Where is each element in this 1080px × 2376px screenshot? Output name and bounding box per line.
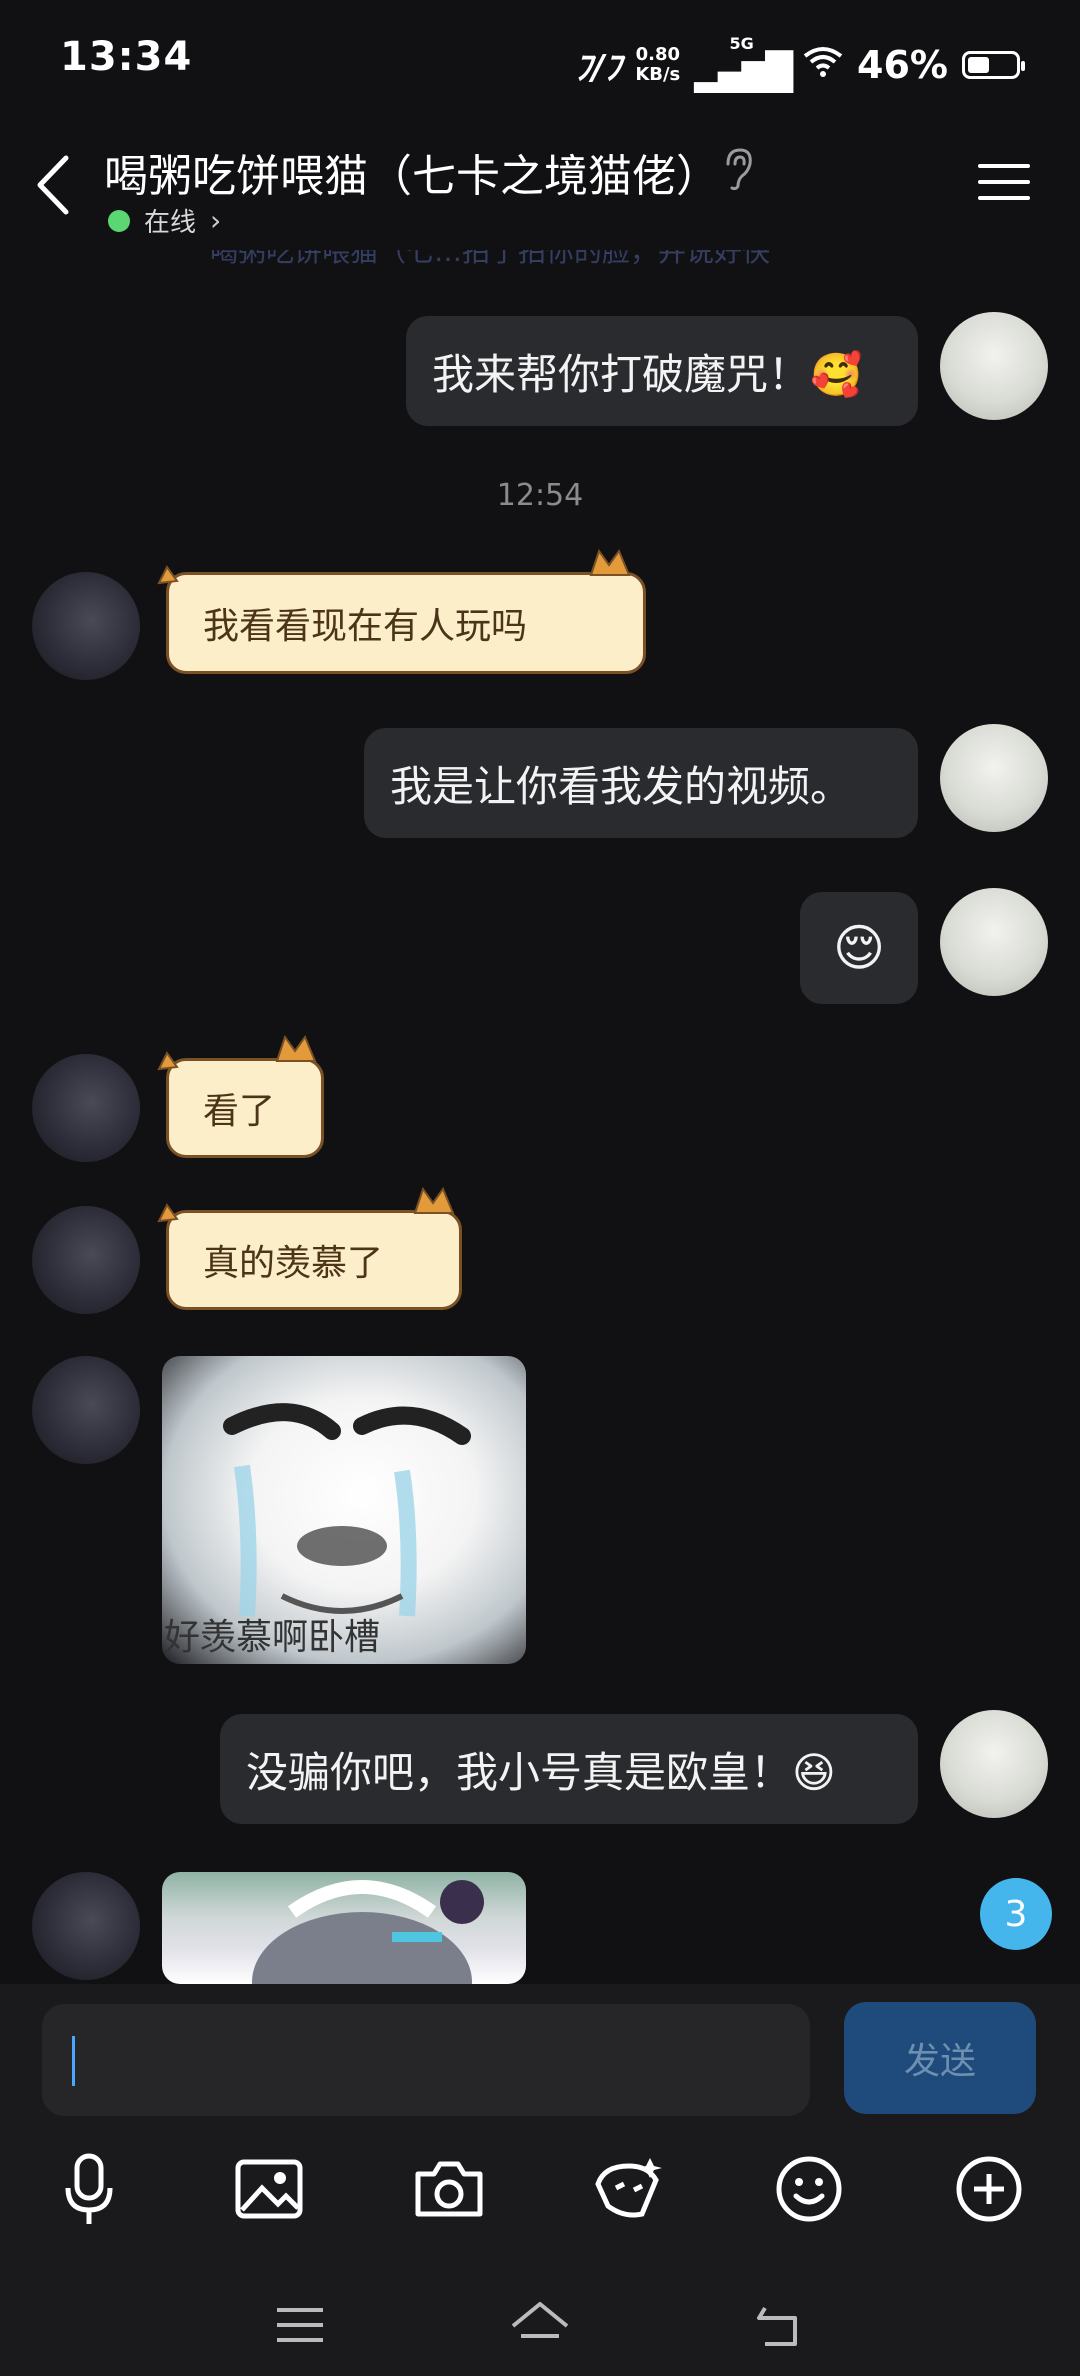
chat-header: 喝粥吃饼喂猫（七卡之境猫佬） 在线 › <box>0 120 1080 250</box>
image-icon[interactable] <box>224 2144 314 2234</box>
wifi-icon <box>803 43 843 87</box>
cat-face-icon <box>589 548 631 576</box>
menu-icon[interactable] <box>265 2290 335 2360</box>
text-cursor <box>72 2036 75 2086</box>
message-bubble[interactable]: 真的羡慕了 <box>157 1186 462 1310</box>
chevron-right-icon: › <box>210 204 222 237</box>
chat-title[interactable]: 喝粥吃饼喂猫（七卡之境猫佬） <box>104 140 720 204</box>
network-speed: 0.80 KB/s <box>635 43 681 85</box>
microphone-icon[interactable] <box>44 2144 134 2234</box>
emoji-icon[interactable] <box>764 2144 854 2234</box>
cat-face-icon <box>275 1034 317 1062</box>
online-dot <box>108 209 130 232</box>
image-message[interactable] <box>162 1872 526 1984</box>
system-nav-bar <box>0 2274 1080 2374</box>
message-bubble[interactable]: 我看看现在有人玩吗 <box>157 548 646 674</box>
back-button[interactable] <box>30 150 80 220</box>
message-input[interactable] <box>42 2004 810 2116</box>
my-avatar[interactable] <box>940 312 1048 420</box>
cat-ear-icon <box>157 565 179 585</box>
contact-avatar[interactable] <box>32 1872 140 1980</box>
camera-icon[interactable] <box>404 2144 494 2234</box>
battery-percent: 46% <box>857 42 948 87</box>
cat-face-icon <box>413 1186 455 1214</box>
my-avatar[interactable] <box>940 1710 1048 1818</box>
message-bubble[interactable]: 没骗你吧，我小号真是欧皇！😆 <box>220 1714 918 1824</box>
my-avatar[interactable] <box>940 724 1048 832</box>
contact-avatar[interactable] <box>32 1356 140 1464</box>
input-toolbar <box>0 2134 1080 2254</box>
battery-icon <box>962 50 1025 79</box>
composer-area: 发送 <box>0 1984 1080 2376</box>
ear-icon[interactable] <box>718 146 758 192</box>
message-bubble[interactable]: 看了 <box>157 1034 324 1158</box>
back-icon[interactable] <box>745 2290 815 2360</box>
cat-ear-icon <box>157 1051 179 1071</box>
home-icon[interactable] <box>505 2290 575 2360</box>
message-bubble[interactable]: 😌 <box>800 892 918 1004</box>
signal-icon: 5G ▂▄▆█ <box>694 34 793 94</box>
status-icons: ﾌ/ﾌ 0.80 KB/s 5G ▂▄▆█ 46% <box>574 34 1025 94</box>
red-packet-icon[interactable] <box>584 2144 674 2234</box>
status-time: 13:34 <box>60 34 193 80</box>
message-bubble[interactable]: 我来帮你打破魔咒！🥰 <box>406 316 918 426</box>
image-message[interactable]: 好羡慕啊卧槽 <box>162 1356 526 1664</box>
contact-avatar[interactable] <box>32 1054 140 1162</box>
message-timestamp: 12:54 <box>496 478 584 513</box>
contact-avatar[interactable] <box>32 1206 140 1314</box>
unread-count-badge[interactable]: 3 <box>980 1878 1052 1950</box>
status-bar: 13:34 ﾌ/ﾌ 0.80 KB/s 5G ▂▄▆█ 46% <box>0 0 1080 120</box>
network-icon: ﾌ/ﾌ <box>574 48 622 88</box>
my-avatar[interactable] <box>940 888 1048 996</box>
cat-ear-icon <box>157 1203 179 1223</box>
online-status[interactable]: 在线 › <box>108 202 221 239</box>
send-button[interactable]: 发送 <box>844 2002 1036 2114</box>
contact-avatar[interactable] <box>32 572 140 680</box>
menu-button[interactable] <box>978 160 1030 204</box>
message-bubble[interactable]: 我是让你看我发的视频。 <box>364 728 918 838</box>
plus-icon[interactable] <box>944 2144 1034 2234</box>
meme-caption: 好羡慕啊卧槽 <box>164 1617 381 1658</box>
anime-girl-image <box>252 1880 484 1984</box>
